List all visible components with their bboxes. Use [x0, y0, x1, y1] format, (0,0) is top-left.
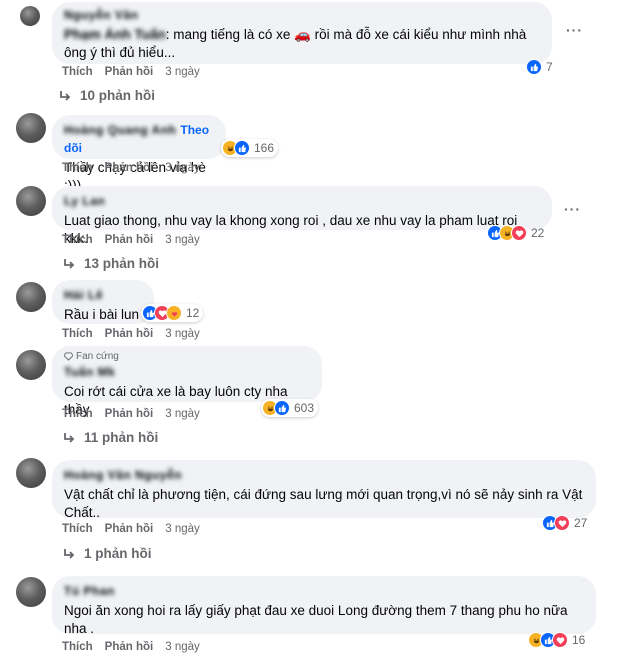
more-horizontal-icon[interactable]: ···	[566, 22, 583, 38]
love-reaction-icon	[511, 225, 527, 241]
fan-badge: Fan cứng	[64, 351, 310, 362]
reaction-summary[interactable]: 16	[527, 631, 589, 649]
timestamp[interactable]: 3 ngày	[165, 523, 200, 535]
comment-bubble: Fan cứng Tuấn Mk Coi rớt cái cửa xe là b…	[52, 346, 322, 417]
like-button[interactable]: Thích	[62, 328, 93, 340]
view-replies-link[interactable]: 11 phản hồi	[62, 430, 158, 445]
comment-author[interactable]: Hoàng Văn Nguyễn	[64, 468, 182, 482]
like-reaction-icon	[234, 140, 250, 156]
like-button[interactable]: Thích	[62, 66, 93, 78]
comment-text: Rầu i bài lun	[64, 307, 140, 322]
reaction-count: 27	[574, 516, 588, 530]
reaction-count: 22	[531, 226, 545, 240]
comment-author[interactable]: Tuấn Mk	[64, 365, 115, 379]
like-reaction-icon	[526, 59, 542, 75]
comment-text: Vật chất chỉ là phương tiện, cái đứng sa…	[64, 487, 583, 520]
comment-bubble: Hải Lê Rầu i bài lun	[52, 280, 154, 324]
comment-actions: Thích Phản hồi 3 ngày	[62, 234, 200, 246]
like-button[interactable]: Thích	[62, 523, 93, 535]
comment-actions: Thích Phản hồi 3 ngày	[62, 641, 200, 653]
comment-text-wrap: Phạm Ánh Tuấn: mang tiếng là có xe 🚗 rồi…	[64, 26, 540, 62]
comment-actions: Thích Phản hồi 3 ngày	[62, 408, 200, 420]
comment-actions: Thích Phản hồi 3 ngày	[62, 328, 200, 340]
reply-arrow-icon	[60, 90, 71, 101]
like-button[interactable]: Thích	[62, 234, 93, 246]
timestamp[interactable]: 3 ngày	[165, 66, 200, 78]
reply-button[interactable]: Phản hồi	[105, 234, 154, 246]
mention-link[interactable]: Phạm Ánh Tuấn	[64, 26, 166, 44]
replies-count: 11 phản hồi	[84, 430, 159, 445]
timestamp[interactable]: 3 ngày	[165, 408, 200, 420]
avatar[interactable]	[20, 6, 40, 26]
reaction-summary[interactable]: 22	[486, 224, 548, 242]
reaction-count: 603	[294, 401, 315, 415]
reaction-summary[interactable]: 7	[525, 58, 557, 76]
comment-bubble: Nguyễn Văn Phạm Ánh Tuấn: mang tiếng là …	[52, 2, 552, 64]
replies-count: 13 phản hồi	[84, 256, 160, 271]
timestamp[interactable]: 3 ngày	[165, 162, 200, 174]
reply-button[interactable]: Phản hồi	[105, 641, 154, 653]
care-reaction-icon	[166, 305, 182, 321]
avatar[interactable]	[16, 186, 46, 216]
comment-bubble: Hoàng Quang Anh Theo dõi Thầy chạy cả lên…	[52, 115, 226, 193]
reply-arrow-icon	[64, 548, 75, 559]
comment-author[interactable]: Nguyễn Văn	[64, 8, 138, 22]
comment-author[interactable]: Hải Lê	[64, 288, 103, 302]
like-reaction-icon	[274, 400, 290, 416]
reply-button[interactable]: Phản hồi	[105, 523, 154, 535]
reaction-count: 12	[186, 306, 200, 320]
view-replies-link[interactable]: 1 phản hồi	[62, 546, 152, 561]
avatar[interactable]	[16, 458, 46, 488]
comment-bubble: Hoàng Văn Nguyễn Vật chất chỉ là phương …	[52, 460, 596, 520]
avatar[interactable]	[16, 577, 46, 607]
comment-text: Ngoi ăn xong hoi ra lấy giấy phạt đau xe…	[64, 603, 568, 636]
reaction-summary[interactable]: 603	[261, 399, 319, 417]
reply-button[interactable]: Phản hồi	[105, 408, 154, 420]
comment-actions: Thích Phản hồi 3 ngày	[62, 162, 200, 174]
timestamp[interactable]: 3 ngày	[165, 234, 200, 246]
timestamp[interactable]: 3 ngày	[165, 641, 200, 653]
like-button[interactable]: Thích	[62, 641, 93, 653]
reaction-count: 166	[254, 141, 275, 155]
comment-bubble: Ly Lan Luat giao thong, nhu vay la khong…	[52, 186, 552, 246]
reaction-count: 7	[546, 60, 553, 74]
comment-actions: Thích Phản hồi 3 ngày	[62, 523, 200, 535]
like-button[interactable]: Thích	[62, 162, 93, 174]
view-replies-link[interactable]: 13 phản hồi	[62, 256, 159, 271]
reply-button[interactable]: Phản hồi	[105, 162, 154, 174]
avatar[interactable]	[16, 113, 46, 143]
replies-count: 10 phản hồi	[80, 88, 156, 103]
reply-arrow-icon	[64, 258, 75, 269]
avatar[interactable]	[16, 350, 46, 380]
love-reaction-icon	[554, 515, 570, 531]
reply-button[interactable]: Phản hồi	[105, 328, 154, 340]
comment-author[interactable]: Hoàng Quang Anh	[64, 123, 176, 137]
more-horizontal-icon[interactable]: ···	[564, 201, 581, 217]
comment-actions: Thích Phản hồi 3 ngày	[62, 66, 200, 78]
reply-button[interactable]: Phản hồi	[105, 66, 154, 78]
like-button[interactable]: Thích	[62, 408, 93, 420]
love-reaction-icon	[552, 632, 568, 648]
comment-author[interactable]: Ly Lan	[64, 194, 105, 208]
comment-bubble: Tú Phan Ngoi ăn xong hoi ra lấy giấy phạ…	[52, 576, 596, 636]
avatar[interactable]	[16, 282, 46, 312]
reaction-summary[interactable]: 166	[221, 139, 279, 157]
reaction-summary[interactable]: 12	[141, 304, 204, 322]
diamond-icon	[64, 352, 73, 361]
replies-count: 1 phản hồi	[84, 546, 152, 561]
timestamp[interactable]: 3 ngày	[165, 328, 200, 340]
reaction-count: 16	[572, 633, 586, 647]
view-replies-link[interactable]: 10 phản hồi	[58, 88, 155, 103]
comment-author[interactable]: Tú Phan	[64, 584, 115, 598]
reaction-summary[interactable]: 27	[541, 514, 591, 532]
reply-arrow-icon	[64, 432, 75, 443]
fan-badge-label: Fan cứng	[76, 351, 119, 362]
